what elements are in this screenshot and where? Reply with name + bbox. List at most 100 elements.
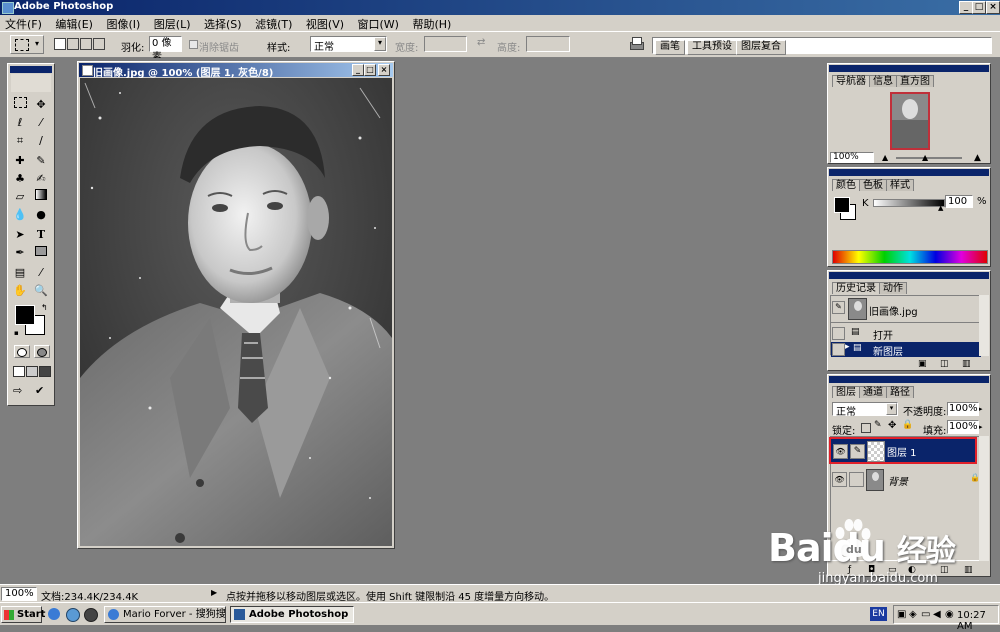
layer-name[interactable]: 图层 1 (887, 444, 917, 459)
move-tool-icon[interactable]: ✥ (32, 97, 50, 112)
layers-scrollbar[interactable] (979, 436, 989, 561)
tab-swatches[interactable]: 色板 (859, 179, 887, 191)
k-slider[interactable] (873, 199, 945, 207)
feather-logo-icon[interactable] (11, 74, 51, 92)
tray-network-icon[interactable]: ▣ (897, 609, 906, 620)
standard-mode-icon[interactable] (14, 345, 30, 358)
opacity-arrow-icon[interactable]: ▸ (979, 405, 983, 413)
tool-preset-picker[interactable]: ▾ (10, 35, 44, 54)
new-snapshot-icon[interactable]: ◫ (940, 359, 949, 369)
close-icon[interactable]: × (986, 1, 1000, 14)
tab-layer-comps[interactable]: 图层复合 (736, 40, 786, 55)
lock-move-icon[interactable]: ✥ (888, 420, 896, 431)
maximize-icon[interactable]: □ (972, 1, 986, 14)
tab-color[interactable]: 颜色 (832, 179, 860, 191)
history-brush-icon[interactable]: ✍ (32, 171, 50, 186)
menu-image[interactable]: 图像(I) (101, 15, 145, 32)
menu-select[interactable]: 选择(S) (199, 15, 247, 32)
palette-header[interactable] (829, 272, 989, 279)
eraser-icon[interactable]: ▱ (11, 189, 29, 204)
hand-icon[interactable]: ✋ (11, 283, 29, 298)
screen-mode-full-menu-icon[interactable] (26, 366, 38, 377)
intersect-selection-icon[interactable] (93, 38, 105, 50)
history-source-box[interactable] (832, 327, 845, 340)
tab-styles[interactable]: 样式 (886, 179, 914, 191)
shape-icon[interactable] (32, 245, 50, 260)
layer-row[interactable]: 👁 背景 🔒 (831, 467, 980, 494)
history-item[interactable]: ▤ 打开 (831, 326, 981, 342)
tray-volume-icon[interactable]: ◀ (933, 609, 941, 620)
lasso-icon[interactable]: ℓ (11, 115, 29, 130)
pen-icon[interactable]: ✒ (11, 245, 29, 260)
healing-brush-icon[interactable]: ✚ (11, 153, 29, 168)
tab-navigator[interactable]: 导航器 (832, 75, 870, 87)
fill-arrow-icon[interactable]: ▸ (979, 423, 983, 431)
history-source-icon[interactable]: ✎ (832, 301, 845, 314)
k-value-input[interactable]: 100 (945, 195, 973, 208)
screen-mode-standard-icon[interactable] (13, 366, 25, 377)
task-photoshop[interactable]: Adobe Photoshop (230, 606, 354, 623)
add-selection-icon[interactable] (67, 38, 79, 50)
paintbrush-icon[interactable]: ✎ (850, 444, 865, 459)
history-source-box[interactable] (832, 343, 845, 356)
tab-histogram[interactable]: 直方图 (896, 75, 934, 87)
media-player-icon[interactable] (84, 608, 98, 622)
eye-icon[interactable]: 👁 (832, 472, 847, 487)
path-select-icon[interactable]: ➤ (11, 227, 29, 242)
lock-paint-icon[interactable]: ✎ (874, 420, 882, 430)
toolbox-header[interactable] (10, 66, 52, 73)
rect-marquee-icon[interactable] (11, 97, 29, 112)
tab-paths[interactable]: 路径 (886, 386, 914, 398)
zoom-slider[interactable] (896, 157, 962, 159)
minimize-icon[interactable]: _ (959, 1, 973, 14)
default-colors-icon[interactable]: ▪ (14, 329, 19, 337)
document-title-bar[interactable]: 旧画像.jpg @ 100% (图层 1, 灰色/8) _ □ × (79, 63, 393, 79)
crop-icon[interactable]: ⌗ (11, 133, 29, 148)
navigator-zoom-field[interactable]: 100% (830, 152, 874, 163)
layer-thumbnail[interactable] (866, 469, 884, 491)
menu-filter[interactable]: 滤镜(T) (250, 15, 297, 32)
menu-file[interactable]: 文件(F) (0, 15, 47, 32)
tray-info-icon[interactable]: ◉ (945, 609, 954, 620)
navigator-thumbnail[interactable] (890, 92, 930, 150)
imageready-icon[interactable]: ✔ (35, 384, 49, 397)
history-item-selected[interactable]: ▸ ▤ 新图层 (831, 342, 981, 358)
lock-transparency-icon[interactable] (861, 423, 871, 433)
eyedropper-icon[interactable]: ⁄ (32, 265, 50, 280)
maximize-icon[interactable]: □ (364, 64, 376, 76)
start-button[interactable]: Start (1, 606, 45, 623)
layer-thumbnail-transparent[interactable] (867, 441, 885, 462)
style-select[interactable]: 正常 ▾ (310, 36, 387, 53)
magic-wand-icon[interactable]: ⁄ (32, 115, 50, 130)
palette-header[interactable] (829, 169, 989, 176)
menu-help[interactable]: 帮助(H) (407, 15, 456, 32)
brush-icon[interactable]: ✎ (32, 153, 50, 168)
dodge-icon[interactable]: ● (32, 207, 50, 222)
status-zoom-field[interactable]: 100% (1, 587, 37, 601)
status-menu-arrow-icon[interactable]: ▶ (211, 588, 217, 597)
tab-brushes[interactable]: 画笔 (655, 40, 685, 55)
antialias-checkbox[interactable] (189, 40, 198, 49)
trash-icon[interactable]: ▥ (962, 359, 971, 369)
screen-mode-full-icon[interactable] (39, 366, 51, 377)
eye-icon[interactable]: 👁 (833, 444, 848, 459)
notes-icon[interactable]: ▤ (11, 265, 29, 280)
zoom-in-icon[interactable]: ▲ (974, 153, 981, 163)
height-input[interactable] (526, 36, 570, 52)
trash-icon[interactable]: ▥ (964, 565, 973, 575)
menu-window[interactable]: 窗口(W) (353, 15, 404, 32)
width-input[interactable] (424, 36, 467, 52)
opacity-input[interactable]: 100% (947, 402, 979, 416)
zoom-icon[interactable]: 🔍 (32, 283, 50, 298)
snapshot-thumbnail[interactable] (848, 298, 867, 320)
new-document-from-state-icon[interactable]: ▣ (918, 359, 927, 369)
close-icon[interactable]: × (378, 64, 390, 76)
menu-edit[interactable]: 编辑(E) (50, 15, 98, 32)
snapshot-label[interactable]: 旧画像.jpg (869, 303, 918, 318)
browser-icon[interactable] (66, 608, 80, 622)
layer-row-selected[interactable]: 👁 ✎ 图层 1 (829, 437, 977, 464)
foreground-color-swatch[interactable] (834, 197, 850, 213)
swap-colors-icon[interactable]: ↰ (41, 303, 48, 312)
palette-header[interactable] (829, 376, 989, 383)
type-tool-icon[interactable]: T (32, 227, 50, 242)
